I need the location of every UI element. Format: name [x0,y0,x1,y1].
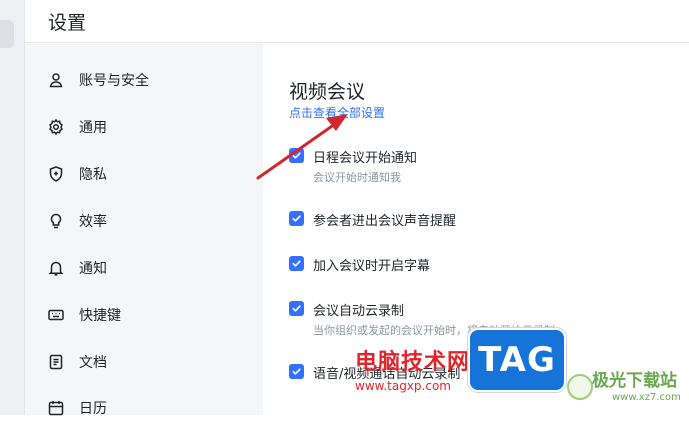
page-title: 设置 [48,12,87,34]
watermark-aurora-logo [567,374,593,400]
sidebar-item-label: 快捷键 [79,308,121,324]
gear-icon [47,118,65,136]
option-description: 会议开始时通知我 [313,171,401,184]
sidebar-item-calendar[interactable]: 日历 [47,393,107,423]
watermark-site-name: 电脑技术网 [355,350,471,375]
sidebar-item-label: 通知 [79,261,107,277]
check-icon [292,152,301,159]
check-icon [292,368,301,375]
sidebar-item-general[interactable]: 通用 [47,112,107,142]
watermark-right-name: 极光下载站 [592,371,677,391]
meeting-start-notify-checkbox[interactable] [289,148,304,163]
sidebar-item-account-security[interactable]: 账号与安全 [47,65,149,95]
option-label: 参会者进出会议声音提醒 [313,214,457,229]
calendar-icon [47,399,65,417]
watermark-right-url: www.xz7.com [612,392,681,403]
sidebar-item-efficiency[interactable]: 效率 [47,206,107,236]
check-icon [292,215,301,222]
option-label: 加入会议时开启字幕 [313,259,431,274]
watermark-tag-logo: TAG [468,328,566,392]
option-label: 会议自动云录制 [313,304,405,319]
option-label: 日程会议开始通知 [313,151,418,166]
sidebar-item-label: 通用 [79,120,107,136]
sidebar-item-privacy[interactable]: 隐私 [47,159,107,189]
call-cloud-record-checkbox[interactable] [289,364,304,379]
watermark-url: www.tagxp.com [355,379,451,393]
participant-sound-checkbox[interactable] [289,211,304,226]
check-icon [292,260,301,267]
sidebar-item-label: 效率 [79,214,107,230]
document-icon [47,353,65,371]
sidebar-item-shortcuts[interactable]: 快捷键 [47,300,121,330]
lightbulb-icon [47,212,65,230]
bell-icon [47,259,65,277]
auto-cloud-record-checkbox[interactable] [289,301,304,316]
sidebar-item-docs[interactable]: 文档 [47,347,107,377]
app-left-strip-tab[interactable] [0,20,14,48]
sidebar-item-label: 文档 [79,355,107,371]
section-title: 视频会议 [289,81,366,103]
user-icon [47,71,65,89]
sidebar-item-label: 日历 [79,401,107,417]
app-left-strip [0,0,25,415]
check-icon [292,305,301,312]
captions-checkbox[interactable] [289,256,304,271]
keyboard-icon [47,306,65,324]
sidebar-item-label: 隐私 [79,167,107,183]
sidebar-item-notifications[interactable]: 通知 [47,253,107,283]
shield-icon [47,165,65,183]
sidebar-item-label: 账号与安全 [79,73,149,89]
settings-header: 设置 [25,0,689,43]
settings-sidebar: 账号与安全 通用 隐私 效率 通知 快捷键 文档 日历 [25,43,263,417]
view-all-settings-link[interactable]: 点击查看全部设置 [289,104,385,121]
